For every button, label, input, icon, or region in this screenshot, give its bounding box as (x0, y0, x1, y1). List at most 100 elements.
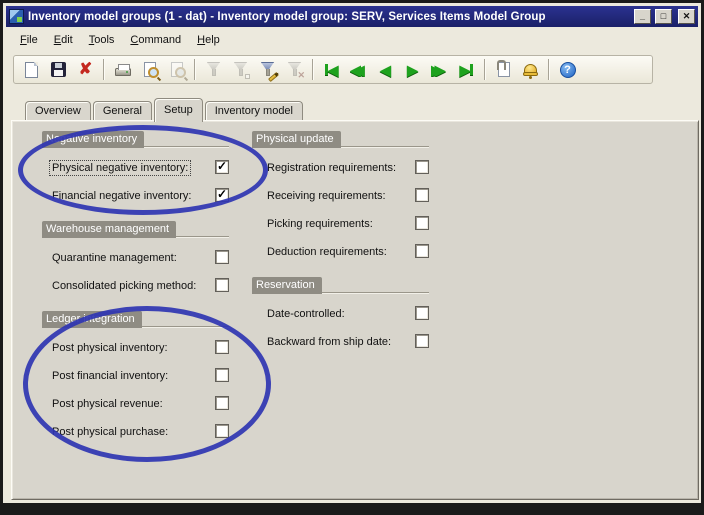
field-label: Picking requirements: (265, 217, 375, 231)
field-row: Date-controlled: (252, 305, 429, 333)
toolbar-separator (548, 59, 550, 80)
funnel-stem (293, 69, 297, 76)
funnel-stem (212, 69, 216, 76)
field-row: Financial negative inventory: (42, 187, 229, 215)
advanced-filter-icon[interactable] (254, 57, 281, 82)
field-row: Post physical purchase: (42, 423, 229, 451)
group-section-reservation: ReservationDate-controlled:Backward from… (252, 277, 429, 361)
field-row: Quarantine management: (42, 249, 229, 277)
group-header-label: Ledger integration (42, 311, 142, 328)
field-row: Post financial inventory: (42, 367, 229, 395)
screenshot-frame: Inventory model groups (1 - dat) - Inven… (0, 0, 704, 515)
nav-glyph: ◀◀ (350, 63, 367, 77)
next-group-icon[interactable]: ▶▶ (426, 57, 453, 82)
field-label: Physical negative inventory: (50, 161, 190, 175)
print-setup-icon (163, 57, 190, 82)
group-section-negative-inventory: Negative inventory Physical negative inve… (42, 131, 229, 215)
group-section-physical-update: Physical update Registration requirements… (252, 131, 429, 271)
toolbar-separator (194, 59, 196, 80)
print-setup-glyph (171, 62, 183, 77)
save-glyph (51, 62, 66, 77)
toolbar: ✘✕◀◀◀◀▶▶▶▶ (6, 51, 698, 89)
checkbox[interactable] (215, 424, 229, 438)
filter-by-selection-icon (227, 57, 254, 82)
checkbox[interactable] (215, 250, 229, 264)
minimize-button-icon[interactable]: _ (634, 9, 651, 24)
nav-glyph: ▶▶ (431, 63, 448, 77)
question-glyph (560, 62, 576, 78)
tab-setup[interactable]: Setup (154, 98, 203, 122)
field-row: Post physical revenue: (42, 395, 229, 423)
checkbox[interactable] (215, 396, 229, 410)
next-record-icon[interactable]: ▶ (399, 57, 426, 82)
menu-item-command[interactable]: Command (122, 31, 189, 49)
document-handling-icon[interactable] (490, 57, 517, 82)
group-header: Ledger integration (42, 311, 229, 328)
first-record-icon[interactable]: ◀ (318, 57, 345, 82)
field-label: Registration requirements: (265, 161, 398, 175)
toolbar-band: ✘✕◀◀◀◀▶▶▶▶ (13, 55, 653, 84)
checkbox[interactable] (415, 160, 429, 174)
menu-item-edit[interactable]: Edit (46, 31, 81, 49)
clip-page-glyph (498, 62, 510, 77)
field-label: Quarantine management: (50, 251, 179, 265)
checkbox[interactable] (415, 334, 429, 348)
preview-glyph (144, 62, 156, 77)
funnel-stem (239, 69, 243, 76)
toolbar-separator (103, 59, 105, 80)
checkbox[interactable] (215, 278, 229, 292)
checkbox[interactable] (215, 340, 229, 354)
delete-x-glyph: ✘ (79, 62, 92, 78)
group-header: Negative inventory (42, 131, 229, 148)
tab-general[interactable]: General (93, 101, 152, 121)
remove-x-glyph: ✕ (297, 71, 305, 80)
menu-bar: FileEditToolsCommandHelp (6, 29, 698, 50)
print-preview-icon[interactable] (136, 57, 163, 82)
tab-strip: OverviewGeneralSetupInventory model (11, 97, 699, 121)
new-document-glyph (25, 62, 38, 78)
field-label: Consolidated picking method: (50, 279, 198, 293)
field-label: Post physical inventory: (50, 341, 170, 355)
checkbox[interactable] (215, 188, 229, 202)
tab-overview[interactable]: Overview (25, 101, 91, 121)
checkbox[interactable] (415, 188, 429, 202)
selection-box-glyph (245, 74, 250, 79)
app-icon (9, 9, 24, 24)
checkbox[interactable] (415, 216, 429, 230)
tab-inventory-model[interactable]: Inventory model (205, 101, 303, 121)
filter-by-field-icon (200, 57, 227, 82)
field-row: Consolidated picking method: (42, 277, 229, 305)
group-header-label: Negative inventory (42, 131, 144, 148)
menu-item-tools[interactable]: Tools (81, 31, 123, 49)
print-icon[interactable] (109, 57, 136, 82)
nav-glyph: ▶ (460, 63, 474, 77)
printer-glyph (115, 68, 131, 76)
group-header-label: Warehouse management (42, 221, 176, 238)
save-icon[interactable] (45, 57, 72, 82)
prev-group-icon[interactable]: ◀◀ (345, 57, 372, 82)
last-record-icon[interactable]: ▶ (453, 57, 480, 82)
checkbox[interactable] (215, 160, 229, 174)
prev-record-icon[interactable]: ◀ (372, 57, 399, 82)
field-row: Post physical inventory: (42, 339, 229, 367)
form-left-column: Negative inventory Physical negative inve… (42, 131, 229, 457)
toolbar-separator (312, 59, 314, 80)
group-header: Physical update (252, 131, 429, 148)
group-header: Reservation (252, 277, 429, 294)
checkbox[interactable] (215, 368, 229, 382)
title-bar: Inventory model groups (1 - dat) - Inven… (6, 6, 698, 27)
menu-item-file[interactable]: File (12, 31, 46, 49)
field-row: Physical negative inventory: (42, 159, 229, 187)
field-label: Post financial inventory: (50, 369, 170, 383)
checkbox[interactable] (415, 244, 429, 258)
checkbox[interactable] (415, 306, 429, 320)
menu-item-help[interactable]: Help (189, 31, 228, 49)
new-icon[interactable] (18, 57, 45, 82)
bell-glyph (524, 64, 537, 75)
alert-icon[interactable] (517, 57, 544, 82)
close-button-icon[interactable]: ✕ (678, 9, 695, 24)
maximize-button-icon[interactable]: □ (655, 9, 672, 24)
help-icon[interactable] (554, 57, 581, 82)
field-row: Registration requirements: (252, 159, 429, 187)
delete-icon[interactable]: ✘ (72, 57, 99, 82)
